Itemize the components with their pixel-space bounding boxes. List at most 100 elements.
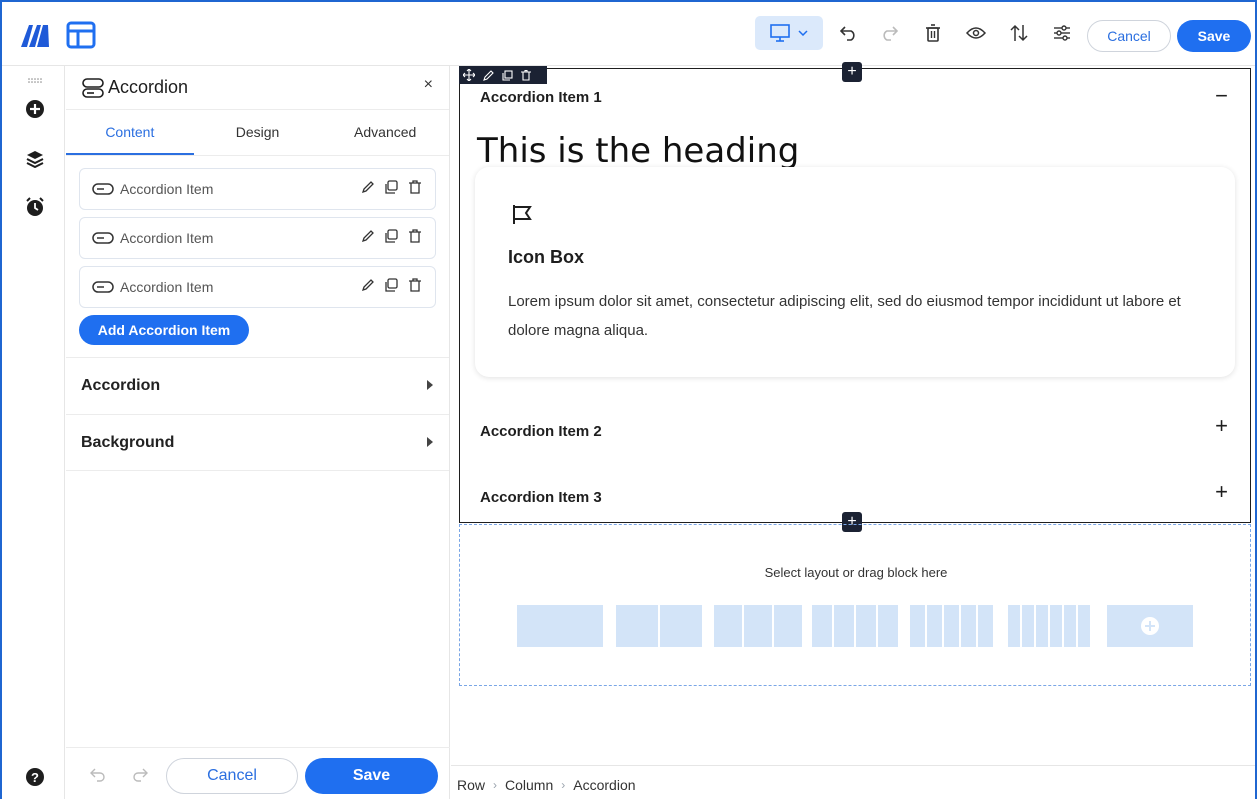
accordion-item-3-title[interactable]: Accordion Item 3 (480, 489, 602, 506)
delete-icon[interactable] (922, 22, 944, 44)
panel-footer: Cancel Save (66, 747, 450, 799)
duplicate-icon[interactable] (385, 229, 399, 243)
expand-plus-icon[interactable]: + (1215, 479, 1228, 505)
heading-text[interactable]: This is the heading (477, 131, 799, 171)
toggle-item-icon (92, 232, 114, 244)
history-alarm-icon[interactable] (24, 196, 46, 218)
svg-text:?: ? (31, 770, 39, 785)
accordion-widget[interactable]: Accordion Item 1 − This is the heading I… (459, 68, 1251, 523)
accordion-item-list: Accordion Item Accordion Item Accordion … (66, 156, 449, 345)
redo-icon[interactable] (878, 22, 900, 44)
edit-pencil-icon[interactable] (361, 180, 375, 194)
layout-4-columns[interactable] (812, 605, 898, 647)
accordion-item-2-title[interactable]: Accordion Item 2 (480, 423, 602, 440)
breadcrumb-column[interactable]: Column (505, 777, 553, 793)
duplicate-icon[interactable] (385, 278, 399, 292)
list-item-label: Accordion Item (120, 279, 214, 295)
breadcrumb-row[interactable]: Row (457, 777, 485, 793)
tab-advanced[interactable]: Advanced (321, 110, 449, 155)
edit-pencil-icon[interactable] (483, 69, 494, 81)
icon-box-text: Lorem ipsum dolor sit amet, consectetur … (508, 293, 1181, 339)
brand-logo-icon[interactable] (20, 22, 50, 48)
undo-icon[interactable] (90, 768, 106, 782)
toggle-item-icon (92, 281, 114, 293)
layout-6-columns[interactable] (1008, 605, 1090, 647)
add-above-plus-icon[interactable]: + (842, 62, 862, 82)
close-icon[interactable]: × (424, 76, 433, 94)
redo-icon[interactable] (132, 768, 148, 782)
chevron-right-icon: › (561, 778, 566, 792)
duplicate-icon[interactable] (385, 180, 399, 194)
top-bar: Cancel Save (2, 2, 1255, 66)
duplicate-icon[interactable] (502, 69, 513, 81)
editor-canvas: Accordion Item 1 − This is the heading I… (451, 62, 1255, 799)
cancel-button[interactable]: Cancel (1087, 20, 1171, 52)
trash-icon[interactable] (409, 278, 421, 292)
list-item[interactable]: Accordion Item (79, 217, 436, 259)
list-item[interactable]: Accordion Item (79, 266, 436, 308)
add-element-icon[interactable] (24, 98, 46, 120)
flag-icon (513, 205, 532, 224)
dropzone-text: Select layout or drag block here (764, 565, 948, 580)
toggle-item-icon (92, 183, 114, 195)
undo-icon[interactable] (838, 22, 860, 44)
drag-grip-icon[interactable] (24, 70, 46, 92)
trash-icon[interactable] (409, 180, 421, 194)
preview-eye-icon[interactable] (965, 22, 987, 44)
caret-right-icon (427, 380, 433, 390)
selection-toolbar (459, 66, 547, 84)
breadcrumb: Row › Column › Accordion (457, 777, 636, 793)
item-actions (361, 229, 421, 243)
trash-icon[interactable] (409, 229, 421, 243)
icon-box-card[interactable]: Icon Box Lorem ipsum dolor sit amet, con… (475, 167, 1235, 377)
edit-panel: Accordion × Content Design Advanced Acco… (66, 66, 450, 799)
save-button[interactable]: Save (1177, 20, 1251, 52)
layers-icon[interactable] (24, 148, 46, 170)
breadcrumb-accordion[interactable]: Accordion (573, 777, 635, 793)
chevron-right-icon: › (493, 778, 498, 792)
item-actions (361, 180, 421, 194)
move-icon[interactable] (463, 69, 475, 81)
panel-header: Accordion × (66, 66, 449, 110)
list-item-label: Accordion Item (120, 181, 214, 197)
trash-icon[interactable] (521, 69, 531, 81)
accordion-widget-icon (82, 77, 104, 98)
panel-tabs: Content Design Advanced (66, 110, 449, 156)
help-icon[interactable]: ? (24, 766, 46, 788)
section-background[interactable]: Background (66, 414, 449, 471)
layout-2-columns[interactable] (616, 605, 702, 647)
panel-save-button[interactable]: Save (305, 758, 438, 794)
section-accordion[interactable]: Accordion (66, 357, 449, 414)
panel-cancel-button[interactable]: Cancel (166, 758, 298, 794)
edit-pencil-icon[interactable] (361, 229, 375, 243)
add-circle-icon (1141, 617, 1159, 635)
left-rail: ? (2, 66, 65, 799)
edit-pencil-icon[interactable] (361, 278, 375, 292)
panel-title: Accordion (108, 77, 189, 97)
accordion-item-1-title[interactable]: Accordion Item 1 (480, 89, 602, 106)
device-selector-button[interactable] (755, 16, 823, 50)
list-item-label: Accordion Item (120, 230, 214, 246)
layout-5-columns[interactable] (910, 605, 993, 647)
layout-1-column[interactable] (517, 605, 603, 647)
desktop-icon (770, 24, 790, 42)
sort-arrows-icon[interactable] (1008, 22, 1030, 44)
list-item[interactable]: Accordion Item (79, 168, 436, 210)
tab-design[interactable]: Design (194, 110, 322, 155)
layout-dropzone[interactable]: Select layout or drag block here (459, 524, 1251, 686)
caret-right-icon (427, 437, 433, 447)
collapse-minus-icon[interactable]: − (1215, 83, 1228, 109)
expand-plus-icon[interactable]: + (1215, 413, 1228, 439)
icon-box-title: Icon Box (508, 247, 585, 267)
section-label: Accordion (81, 377, 161, 394)
settings-sliders-icon[interactable] (1051, 22, 1073, 44)
layout-3-columns[interactable] (714, 605, 802, 647)
add-accordion-item-button[interactable]: Add Accordion Item (79, 315, 249, 345)
layout-icon[interactable] (66, 21, 96, 49)
app-window: Cancel Save ? Accordion × Content Design (0, 0, 1257, 799)
item-actions (361, 278, 421, 292)
chevron-down-icon (798, 30, 808, 36)
section-label: Background (81, 433, 175, 451)
layout-custom[interactable] (1107, 605, 1193, 647)
tab-content[interactable]: Content (66, 110, 194, 155)
